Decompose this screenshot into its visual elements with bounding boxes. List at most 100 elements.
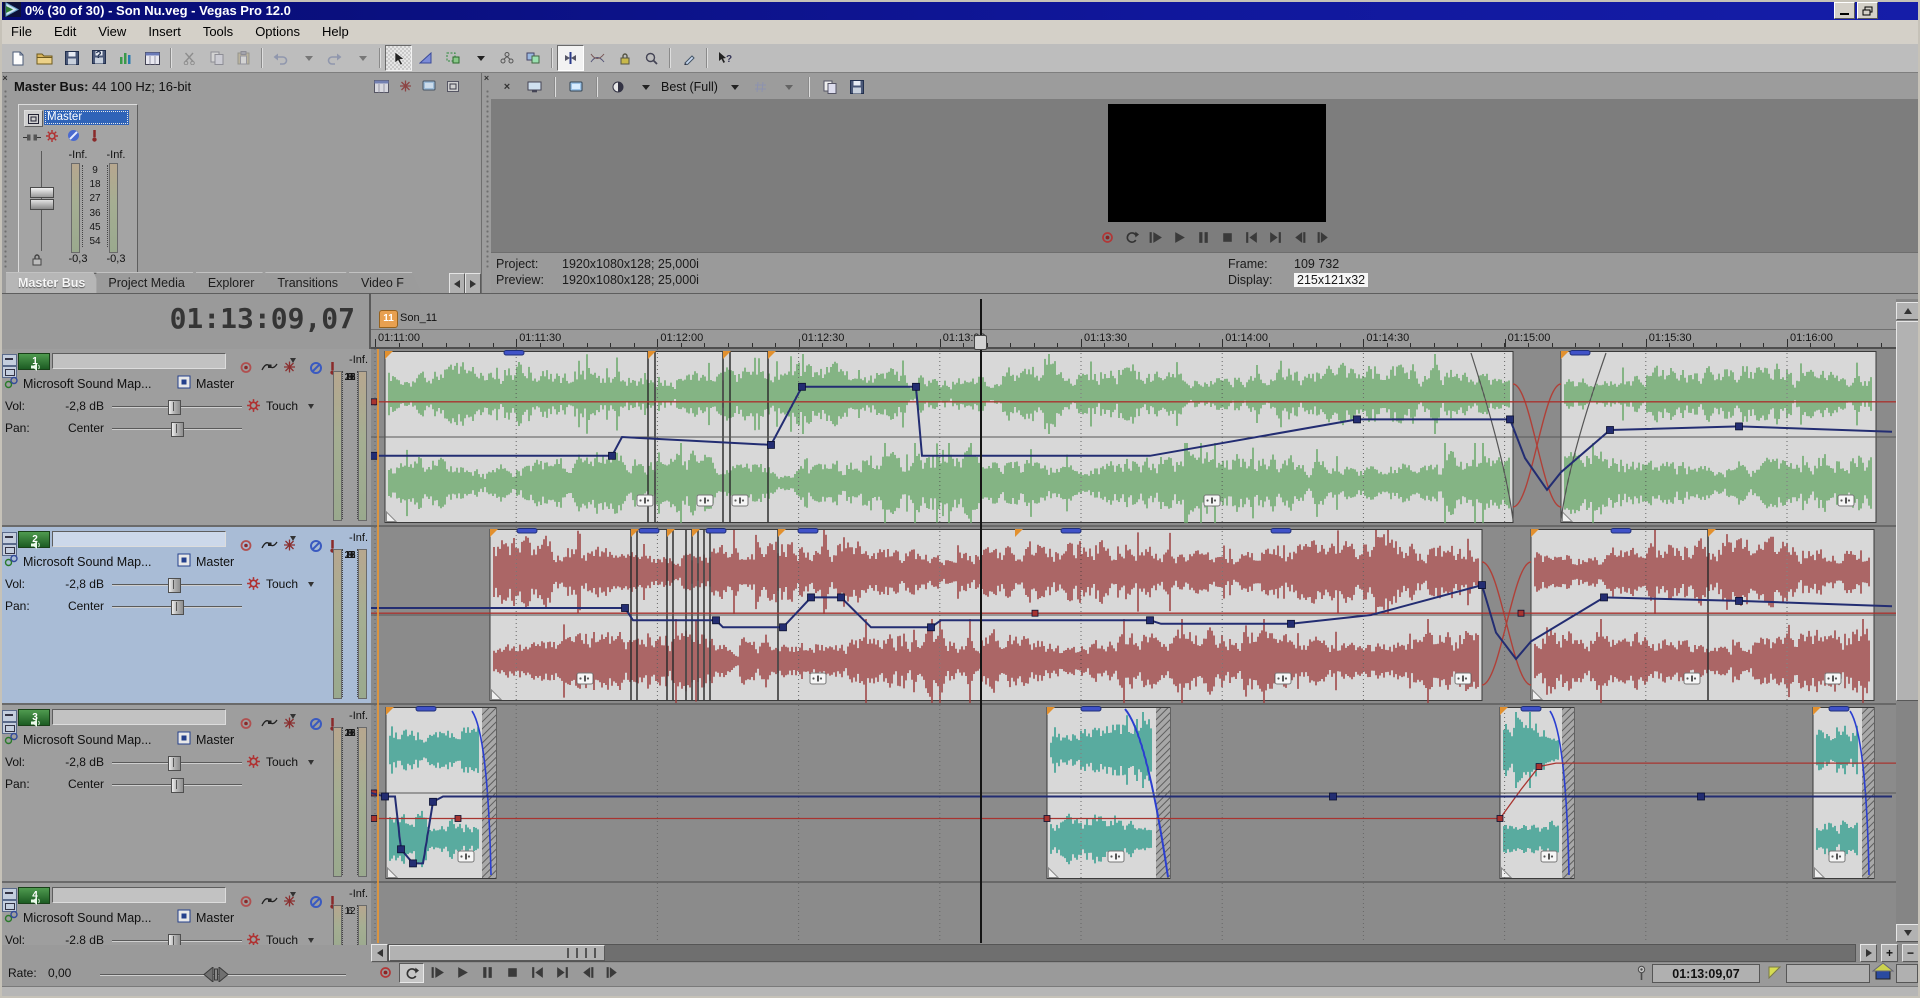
go-to-end-button[interactable] (1264, 228, 1287, 246)
redo-history-button[interactable] (348, 45, 375, 71)
solo-icon[interactable] (91, 129, 98, 145)
normal-edit-tool-button[interactable] (385, 45, 412, 71)
edit-details-window-button[interactable] (139, 45, 166, 71)
save-project-button[interactable] (58, 45, 85, 71)
undo-button[interactable] (267, 45, 294, 71)
track-envelope-button[interactable] (252, 353, 269, 368)
track-header-3[interactable]: 3-Inf.Microsoft Sound Map...MasterVol:-2… (0, 705, 371, 883)
pan-slider-handle[interactable] (171, 600, 184, 615)
next-frame-button[interactable] (1312, 228, 1335, 246)
pan-slider-handle[interactable] (171, 778, 184, 793)
tabs-scroll-left[interactable] (449, 273, 465, 294)
master-bus-name-input[interactable]: Master (44, 110, 129, 125)
playhead[interactable] (980, 299, 982, 943)
copy-snapshot-button[interactable] (819, 76, 841, 98)
track-envelope-button[interactable] (252, 709, 269, 724)
undo-history-button[interactable] (294, 45, 321, 71)
track-envelope-button[interactable] (252, 887, 269, 902)
cursor-handle[interactable] (974, 335, 987, 350)
automatic-crossfades-button[interactable] (584, 45, 611, 71)
track-envelope-button[interactable] (252, 531, 269, 546)
mute-button[interactable] (274, 709, 291, 724)
loop-button[interactable] (1120, 228, 1143, 246)
menu-file[interactable]: File (0, 20, 43, 44)
close-preview-button[interactable]: × (496, 76, 518, 98)
menu-view[interactable]: View (87, 20, 137, 44)
go-to-start-button[interactable] (526, 963, 549, 981)
master-bus-grip[interactable]: × (0, 73, 10, 293)
next-frame-button[interactable] (601, 963, 624, 981)
pan-slider-handle[interactable] (171, 422, 184, 437)
play-from-start-button[interactable] (1144, 228, 1167, 246)
vol-slider-handle[interactable] (168, 578, 181, 593)
horizontal-scrollbar[interactable]: +− (371, 943, 1920, 963)
mute-button[interactable] (274, 353, 291, 368)
zoom-in-button[interactable]: + (1881, 944, 1898, 962)
track-event-area[interactable] (371, 349, 1896, 943)
master-fader-handle[interactable] (30, 187, 54, 208)
copy-button[interactable] (203, 45, 230, 71)
mute-icon[interactable] (67, 129, 80, 145)
tab-explorer[interactable]: Explorer (196, 272, 273, 294)
preview-quality-button[interactable] (607, 76, 629, 98)
previous-frame-button[interactable] (1288, 228, 1311, 246)
cut-button[interactable] (176, 45, 203, 71)
automation-dropdown[interactable] (308, 582, 314, 590)
mute-button[interactable] (274, 887, 291, 902)
track-row-4[interactable] (371, 883, 1896, 943)
tabs-scroll-right[interactable] (465, 273, 481, 294)
stop-button[interactable] (1216, 228, 1239, 246)
preview-quality-label[interactable]: Best (Full) (661, 80, 718, 94)
ignore-event-grouping-button[interactable] (520, 45, 547, 71)
vscroll-thumb[interactable] (1896, 321, 1920, 701)
play-from-start-button[interactable] (426, 963, 449, 981)
preview-quality-dropdown-button[interactable] (634, 76, 656, 98)
automation-dropdown[interactable] (308, 760, 314, 768)
cursor-position-field[interactable]: 01:13:09,07 (1652, 964, 1760, 983)
minimize-track-button[interactable] (2, 888, 17, 900)
tab-project-media[interactable]: Project Media (96, 272, 202, 294)
vscroll-up-button[interactable] (1896, 302, 1920, 320)
track-name-input[interactable] (52, 887, 226, 903)
vol-slider-handle[interactable] (168, 756, 181, 771)
automation-mode[interactable]: Touch (266, 577, 298, 591)
tab-master-bus[interactable]: Master Bus (6, 272, 103, 294)
mute-output-button[interactable] (396, 78, 414, 94)
enable-snapping-button[interactable] (557, 45, 584, 71)
preview-quality-label-dropdown-button[interactable] (723, 76, 745, 98)
solo-button[interactable] (300, 353, 317, 368)
vol-slider-handle[interactable] (168, 934, 181, 945)
master-bus-button[interactable] (24, 110, 43, 127)
vertical-scrollbar[interactable] (1896, 299, 1920, 943)
zoom-handle-left[interactable] (567, 948, 578, 958)
stop-button[interactable] (501, 963, 524, 981)
minimize-track-button[interactable] (2, 532, 17, 544)
arm-record-button[interactable] (230, 709, 247, 724)
pause-button[interactable] (476, 963, 499, 981)
lock-envelopes-button[interactable] (611, 45, 638, 71)
solo-button[interactable] (300, 531, 317, 546)
marker-bar[interactable]: 11 Son_11 (371, 299, 1896, 330)
save-snapshot-button[interactable] (846, 76, 868, 98)
solo-button[interactable] (300, 887, 317, 902)
mute-dropdown[interactable] (290, 892, 296, 900)
video-output-device-button[interactable] (565, 76, 587, 98)
auto-ripple-button[interactable] (493, 45, 520, 71)
mute-button[interactable] (274, 531, 291, 546)
pause-button[interactable] (1192, 228, 1215, 246)
whats-this-help-button[interactable]: ? (712, 45, 739, 71)
minimize-track-button[interactable] (2, 354, 17, 366)
vscroll-down-button[interactable] (1896, 924, 1920, 942)
mute-dropdown[interactable] (290, 536, 296, 544)
automation-mode[interactable]: Touch (266, 399, 298, 413)
zoom-out-button[interactable]: − (1902, 944, 1919, 962)
selection-edit-tool-button[interactable] (439, 45, 466, 71)
marker-flag[interactable]: 11 (379, 310, 398, 328)
time-ruler[interactable]: 01:11:0001:11:3001:12:0001:12:3001:13:00… (371, 330, 1896, 349)
track-header-1[interactable]: 1-Inf.Microsoft Sound Map...MasterVol:-2… (0, 349, 371, 527)
import-media-button[interactable] (112, 45, 139, 71)
minimize-track-button[interactable] (2, 710, 17, 722)
hscroll-thumb[interactable] (389, 945, 605, 961)
dim-output-button[interactable] (420, 78, 438, 94)
lock-fader-icon[interactable] (31, 253, 43, 269)
